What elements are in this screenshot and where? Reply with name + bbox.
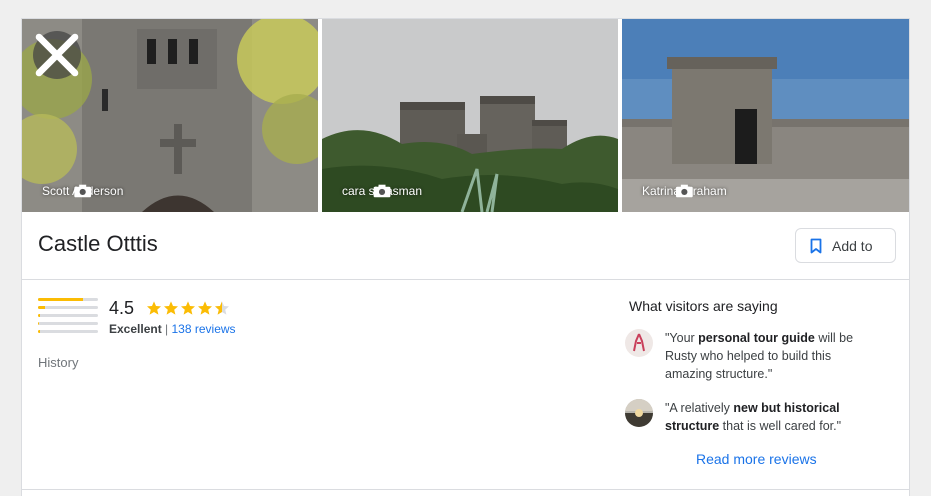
rating-bar (38, 314, 98, 317)
rating-histogram (38, 298, 98, 338)
camera-icon (373, 184, 391, 198)
read-more-reviews-link[interactable]: Read more reviews (696, 451, 817, 467)
rating-bar (38, 330, 98, 333)
photo-credit: cara silvasman (342, 184, 422, 198)
avatar (625, 399, 653, 427)
divider (22, 279, 909, 280)
photo-3[interactable]: Katrina Graham (622, 19, 909, 212)
star-icon (181, 301, 195, 315)
rating-word: Excellent (109, 322, 162, 336)
photo-credit: Scott Anderson (42, 184, 123, 198)
photo-credit: Katrina Graham (642, 184, 727, 198)
star-half-icon (215, 301, 229, 315)
photo-1[interactable]: Scott Anderson (22, 19, 318, 212)
visitors-heading: What visitors are saying (629, 298, 778, 314)
camera-icon (675, 184, 693, 198)
rating-bar (38, 298, 98, 301)
place-category: History (38, 355, 79, 370)
add-to-label: Add to (832, 237, 873, 254)
place-card: Scott Anderson cara silvasman Katrina Gr… (21, 18, 910, 496)
add-to-button[interactable]: Add to (795, 228, 896, 263)
star-icon (164, 301, 178, 315)
camera-icon (74, 184, 92, 198)
avatar (625, 329, 653, 357)
review-text: "Your personal tour guide will be Rusty … (665, 331, 854, 381)
rating-bar (38, 322, 98, 325)
place-title: Castle Otttis (38, 231, 158, 256)
rating-score: 4.5 (109, 298, 135, 318)
close-icon (35, 33, 79, 77)
photo-2[interactable]: cara silvasman (322, 19, 618, 212)
star-rating (146, 300, 230, 316)
reviews-count-link[interactable]: 138 reviews (172, 322, 236, 336)
star-icon (147, 301, 161, 315)
photo-strip: Scott Anderson cara silvasman Katrina Gr… (22, 19, 909, 212)
rating-bar (38, 306, 98, 309)
review-text: "A relatively new but historical structu… (665, 401, 842, 433)
bookmark-icon (810, 238, 822, 253)
close-button[interactable] (33, 31, 81, 79)
rating-summary: Excellent | 138 reviews (109, 322, 236, 336)
divider (22, 489, 909, 490)
star-icon (198, 301, 212, 315)
separator: | (161, 322, 172, 336)
